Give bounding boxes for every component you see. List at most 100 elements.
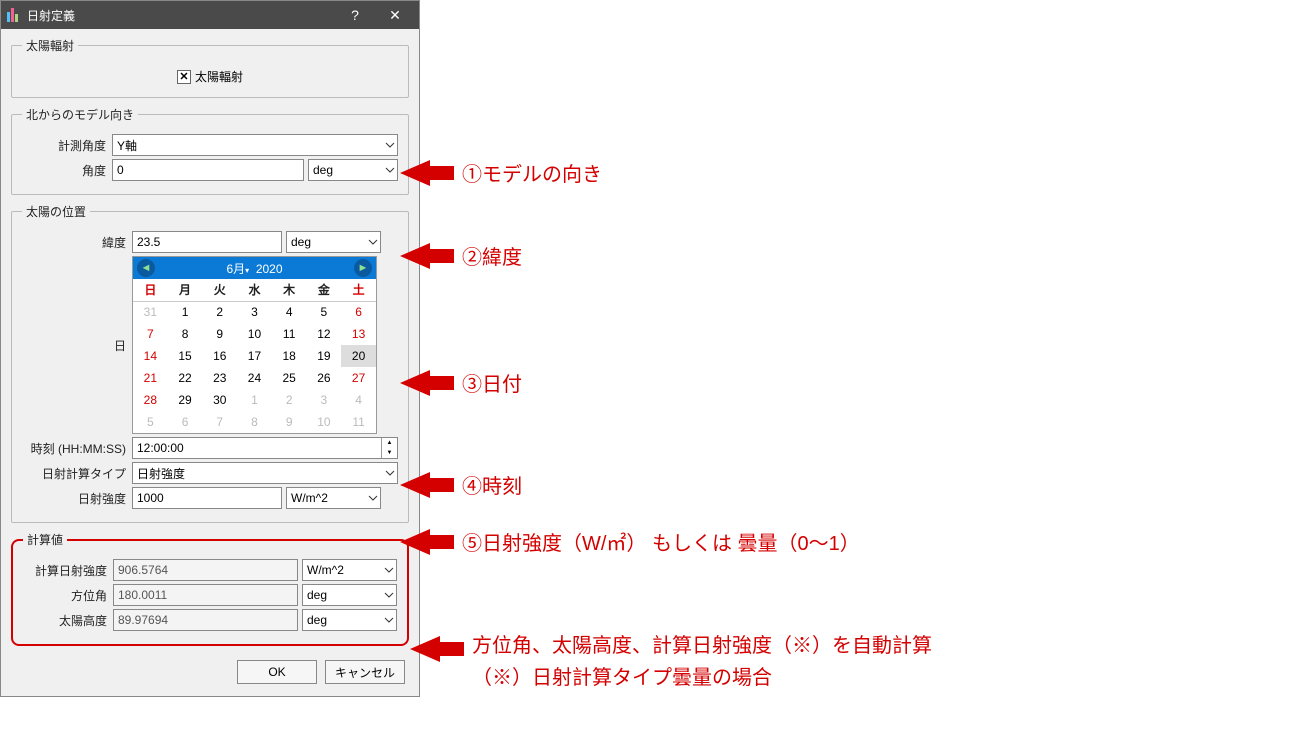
calendar-day[interactable]: 28 <box>133 389 168 411</box>
solar-radiation-checkbox[interactable]: ✕ 太陽輻射 <box>177 68 243 85</box>
chevron-down-icon <box>385 165 395 175</box>
close-button[interactable]: ✕ <box>375 1 415 29</box>
calendar-day[interactable]: 20 <box>341 345 376 367</box>
calendar-day[interactable]: 21 <box>133 367 168 389</box>
chevron-down-icon <box>384 590 394 600</box>
calc-type-select[interactable]: 日射強度 <box>132 462 398 484</box>
calendar-day[interactable]: 4 <box>272 301 307 323</box>
calendar-dow: 金 <box>307 279 342 301</box>
calendar-prev-button[interactable]: ◄ <box>137 259 155 277</box>
calendar-day[interactable]: 17 <box>237 345 272 367</box>
elevation-unit-select[interactable]: deg <box>302 609 397 631</box>
chevron-down-icon <box>384 615 394 625</box>
arrow-icon <box>400 243 454 269</box>
dialog-window: 日射定義 ? ✕ 太陽輻射 ✕ 太陽輻射 北からのモデル向き 計測角度 Y軸 <box>0 0 420 697</box>
arrow-icon <box>400 160 454 186</box>
time-spinner[interactable]: ▲▼ <box>132 437 398 459</box>
calendar-day[interactable]: 22 <box>168 367 203 389</box>
chevron-down-icon <box>385 468 395 478</box>
angle-input[interactable] <box>112 159 304 181</box>
window-title: 日射定義 <box>27 7 335 24</box>
calendar-grid: 日月火水木金土 31123456789101112131415161718192… <box>133 279 376 433</box>
calendar-day[interactable]: 31 <box>133 301 168 323</box>
calendar-day[interactable]: 29 <box>168 389 203 411</box>
calendar-dow: 火 <box>202 279 237 301</box>
calendar-day[interactable]: 27 <box>341 367 376 389</box>
calendar-day[interactable]: 9 <box>272 411 307 433</box>
spin-down-icon[interactable]: ▼ <box>382 448 397 458</box>
calendar-day[interactable]: 26 <box>307 367 342 389</box>
calendar-day[interactable]: 9 <box>202 323 237 345</box>
annotation-layer: ①モデルの向き ②緯度 ③日付 ④時刻 ⑤日射強度（W/㎡） もしくは 曇量（0… <box>420 0 1290 745</box>
calendar-day[interactable]: 18 <box>272 345 307 367</box>
chevron-down-icon <box>384 565 394 575</box>
intensity-input[interactable] <box>132 487 282 509</box>
calendar-day[interactable]: 15 <box>168 345 203 367</box>
ok-button[interactable]: OK <box>237 660 317 684</box>
calendar-dow: 月 <box>168 279 203 301</box>
calendar-day[interactable]: 19 <box>307 345 342 367</box>
calendar-day[interactable]: 8 <box>237 411 272 433</box>
calendar-day[interactable]: 7 <box>133 323 168 345</box>
intensity-unit-select[interactable]: W/m^2 <box>286 487 381 509</box>
calendar-day[interactable]: 2 <box>272 389 307 411</box>
latitude-label: 緯度 <box>22 234 132 251</box>
latitude-unit-select[interactable]: deg <box>286 231 381 253</box>
calendar-day[interactable]: 23 <box>202 367 237 389</box>
calendar-day[interactable]: 11 <box>341 411 376 433</box>
help-button[interactable]: ? <box>335 1 375 29</box>
calendar-day[interactable]: 14 <box>133 345 168 367</box>
measure-angle-label: 計測角度 <box>22 137 112 154</box>
angle-unit-select[interactable]: deg <box>308 159 398 181</box>
calendar-day[interactable]: 2 <box>202 301 237 323</box>
calendar-day[interactable]: 6 <box>341 301 376 323</box>
calendar-day[interactable]: 7 <box>202 411 237 433</box>
azimuth-label: 方位角 <box>23 587 113 604</box>
annotation-5: ⑤日射強度（W/㎡） もしくは 曇量（0～1） <box>462 527 860 556</box>
titlebar: 日射定義 ? ✕ <box>1 1 419 29</box>
group-legend: 太陽輻射 <box>22 37 78 54</box>
measure-angle-select[interactable]: Y軸 <box>112 134 398 156</box>
arrow-icon <box>400 529 454 555</box>
select-value: W/m^2 <box>291 491 328 505</box>
calendar-day[interactable]: 25 <box>272 367 307 389</box>
calc-intensity-label: 計算日射強度 <box>23 562 113 579</box>
calendar-day[interactable]: 24 <box>237 367 272 389</box>
dialog-body: 太陽輻射 ✕ 太陽輻射 北からのモデル向き 計測角度 Y軸 角度 <box>1 29 419 696</box>
calendar-next-button[interactable]: ► <box>354 259 372 277</box>
calendar-day[interactable]: 10 <box>307 411 342 433</box>
select-value: W/m^2 <box>307 563 344 577</box>
angle-label: 角度 <box>22 162 112 179</box>
calendar-day[interactable]: 12 <box>307 323 342 345</box>
calendar-day[interactable]: 1 <box>237 389 272 411</box>
calendar-day[interactable]: 5 <box>133 411 168 433</box>
cancel-button[interactable]: キャンセル <box>325 660 405 684</box>
arrow-icon <box>400 370 454 396</box>
calendar-day[interactable]: 1 <box>168 301 203 323</box>
azimuth-unit-select[interactable]: deg <box>302 584 397 606</box>
calendar-day[interactable]: 8 <box>168 323 203 345</box>
calendar-day[interactable]: 3 <box>237 301 272 323</box>
calc-intensity-unit-select[interactable]: W/m^2 <box>302 559 397 581</box>
latitude-input[interactable] <box>132 231 282 253</box>
calendar-month-year[interactable]: 6月▾ 2020 <box>226 260 282 277</box>
calendar-day[interactable]: 3 <box>307 389 342 411</box>
calc-intensity-output <box>113 559 298 581</box>
calendar-day[interactable]: 16 <box>202 345 237 367</box>
app-icon <box>7 8 21 22</box>
calendar-day[interactable]: 30 <box>202 389 237 411</box>
annotation-3: ③日付 <box>462 368 522 397</box>
select-value: deg <box>307 588 327 602</box>
calendar-day[interactable]: 11 <box>272 323 307 345</box>
group-legend: 北からのモデル向き <box>22 106 138 123</box>
arrow-icon <box>400 472 454 498</box>
calendar-day[interactable]: 6 <box>168 411 203 433</box>
checkbox-label: 太陽輻射 <box>195 68 243 85</box>
calendar-day[interactable]: 5 <box>307 301 342 323</box>
time-input[interactable] <box>133 438 381 458</box>
spin-up-icon[interactable]: ▲ <box>382 438 397 448</box>
date-calendar[interactable]: ◄ 6月▾ 2020 ► 日月火水木金土 3112345678910111213… <box>132 256 377 434</box>
calendar-day[interactable]: 13 <box>341 323 376 345</box>
calendar-day[interactable]: 10 <box>237 323 272 345</box>
calendar-day[interactable]: 4 <box>341 389 376 411</box>
